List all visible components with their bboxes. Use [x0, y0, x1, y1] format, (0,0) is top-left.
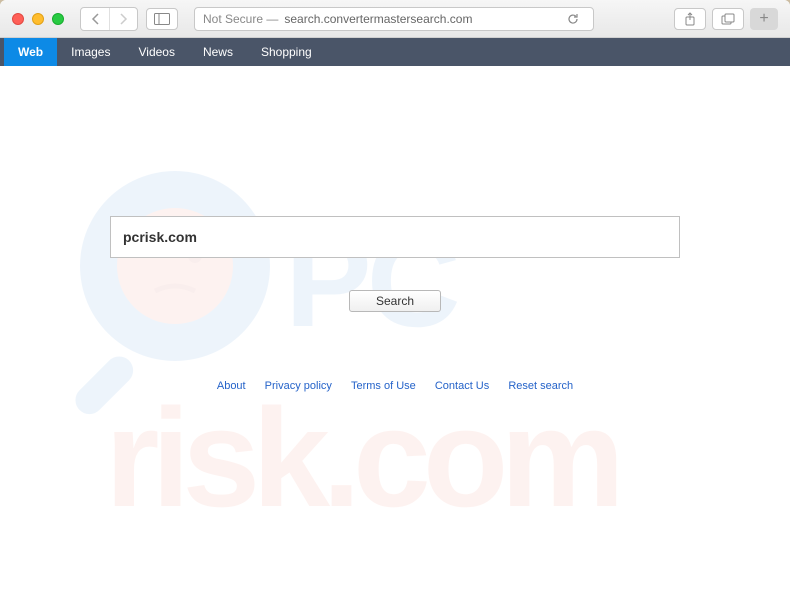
footer-reset-link[interactable]: Reset search [508, 380, 573, 392]
watermark-logo: PC risk.com [45, 116, 745, 521]
forward-button[interactable] [109, 8, 137, 30]
search-container: Search [110, 216, 680, 312]
tab-videos[interactable]: Videos [124, 38, 188, 66]
reload-button[interactable] [561, 8, 585, 30]
footer-privacy-link[interactable]: Privacy policy [265, 380, 332, 392]
tab-news[interactable]: News [189, 38, 247, 66]
sidebar-toggle-button[interactable] [146, 8, 178, 30]
category-tabs: Web Images Videos News Shopping [0, 38, 790, 66]
share-button[interactable] [674, 8, 706, 30]
page-body: PC risk.com Search About Privacy policy … [0, 66, 790, 603]
address-bar[interactable]: Not Secure — search.convertermastersearc… [194, 7, 594, 31]
right-toolbar: + [674, 8, 778, 30]
footer-about-link[interactable]: About [217, 380, 246, 392]
footer-terms-link[interactable]: Terms of Use [351, 380, 416, 392]
footer-links: About Privacy policy Terms of Use Contac… [0, 380, 790, 392]
maximize-window-button[interactable] [52, 13, 64, 25]
search-input[interactable] [110, 216, 680, 258]
tabs-button[interactable] [712, 8, 744, 30]
nav-buttons [80, 7, 138, 31]
url-text: search.convertermastersearch.com [284, 12, 472, 26]
tab-web[interactable]: Web [4, 38, 57, 66]
content-area: Web Images Videos News Shopping PC risk.… [0, 38, 790, 603]
footer-contact-link[interactable]: Contact Us [435, 380, 489, 392]
security-indicator: Not Secure — [203, 12, 278, 26]
title-bar: Not Secure — search.convertermastersearc… [0, 0, 790, 38]
minimize-window-button[interactable] [32, 13, 44, 25]
window-controls [12, 13, 64, 25]
close-window-button[interactable] [12, 13, 24, 25]
search-button[interactable]: Search [349, 290, 441, 312]
tab-shopping[interactable]: Shopping [247, 38, 326, 66]
back-button[interactable] [81, 8, 109, 30]
tab-images[interactable]: Images [57, 38, 124, 66]
new-tab-button[interactable]: + [750, 8, 778, 30]
browser-window: Not Secure — search.convertermastersearc… [0, 0, 790, 603]
svg-text:risk.com: risk.com [105, 379, 617, 516]
